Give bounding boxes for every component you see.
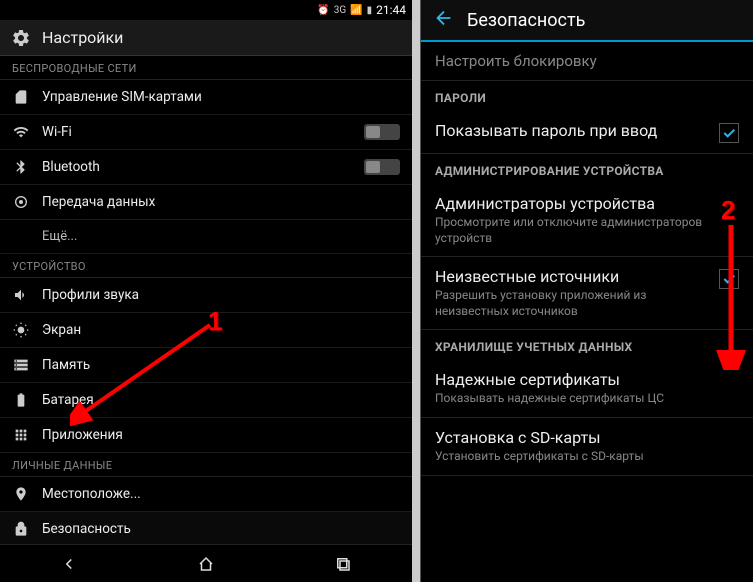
storage-icon: [12, 356, 30, 374]
sim-icon: [12, 88, 30, 106]
setting-trusted-certs[interactable]: Надежные сертификаты Показывать надежные…: [421, 360, 753, 418]
setting-label: Wi-Fi: [42, 124, 352, 140]
section-device-admin-header: АДМИНИСТРИРОВАНИЕ УСТРОЙСТВА: [421, 154, 753, 184]
battery-icon: ▮: [367, 5, 373, 16]
setting-label: Администраторы устройства: [435, 194, 739, 213]
lock-icon: [12, 520, 30, 538]
wifi-toggle[interactable]: [364, 124, 400, 140]
signal-icon: 📶: [350, 5, 362, 16]
network-indicator: 3G: [334, 5, 346, 16]
setting-label: Память: [42, 357, 400, 373]
location-icon: [12, 485, 30, 503]
setting-wifi[interactable]: Wi-Fi: [0, 115, 412, 150]
setting-label: Показывать пароль при ввод: [435, 121, 711, 140]
setting-sound[interactable]: Профили звука: [0, 278, 412, 313]
gear-icon: [10, 27, 32, 49]
annotation-number-1: 1: [208, 306, 222, 337]
setting-label: Ещё...: [12, 229, 400, 244]
setting-lock-setup[interactable]: Настроить блокировку: [421, 42, 753, 81]
show-password-checkbox[interactable]: [719, 123, 739, 143]
annotation-number-2: 2: [721, 195, 735, 226]
setting-unknown-sources[interactable]: Неизвестные источники Разрешить установк…: [421, 257, 753, 330]
setting-display[interactable]: Экран: [0, 313, 412, 348]
setting-storage[interactable]: Память: [0, 348, 412, 383]
nav-home-button[interactable]: [188, 550, 224, 578]
right-phone-screen: Безопасность Настроить блокировку ПАРОЛИ…: [420, 0, 753, 582]
setting-label: Приложения: [42, 427, 400, 443]
setting-sim[interactable]: Управление SIM-картами: [0, 80, 412, 115]
setting-label: Bluetooth: [42, 159, 352, 175]
security-list[interactable]: Настроить блокировку ПАРОЛИ Показывать п…: [421, 42, 753, 582]
setting-battery[interactable]: Батарея: [0, 383, 412, 418]
settings-list[interactable]: БЕСПРОВОДНЫЕ СЕТИ Управление SIM-картами…: [0, 56, 412, 544]
apps-icon: [12, 426, 30, 444]
nav-recent-button[interactable]: [325, 550, 361, 578]
setting-sublabel: Разрешить установку приложений из неизве…: [435, 288, 711, 319]
section-wireless-header: БЕСПРОВОДНЫЕ СЕТИ: [0, 56, 412, 80]
nav-back-button[interactable]: [51, 550, 87, 578]
app-title-bar: Настройки: [0, 20, 412, 56]
setting-sublabel: Просмотрите или отключите администраторо…: [435, 215, 739, 246]
setting-show-password[interactable]: Показывать пароль при ввод: [421, 111, 753, 154]
setting-security[interactable]: Безопасность: [0, 512, 412, 544]
page-title: Настройки: [42, 28, 123, 47]
section-personal-header: ЛИЧНЫЕ ДАННЫЕ: [0, 453, 412, 477]
setting-label: Передача данных: [42, 194, 400, 210]
setting-label: Надежные сертификаты: [435, 370, 739, 389]
page-title: Безопасность: [467, 10, 585, 31]
setting-label: Настроить блокировку: [435, 52, 739, 70]
section-passwords-header: ПАРОЛИ: [421, 81, 753, 111]
setting-device-admins[interactable]: Администраторы устройства Просмотрите ил…: [421, 184, 753, 257]
display-icon: [12, 321, 30, 339]
setting-label: Управление SIM-картами: [42, 89, 400, 105]
setting-label: Установка с SD-карты: [435, 428, 739, 447]
bluetooth-toggle[interactable]: [364, 159, 400, 175]
setting-label: Безопасность: [42, 521, 400, 537]
setting-more[interactable]: Ещё...: [0, 220, 412, 254]
setting-label: Местоположе...: [42, 486, 400, 502]
section-credentials-header: ХРАНИЛИЩЕ УЧЕТНЫХ ДАННЫХ: [421, 330, 753, 360]
setting-sublabel: Показывать надежные сертификаты ЦС: [435, 391, 739, 407]
setting-label: Профили звука: [42, 287, 400, 303]
alarm-icon: ⏰: [317, 5, 329, 16]
security-title-bar: Безопасность: [421, 0, 753, 42]
section-device-header: УСТРОЙСТВО: [0, 254, 412, 278]
back-icon[interactable]: [433, 7, 455, 33]
bluetooth-icon: [12, 158, 30, 176]
setting-sublabel: Установить сертификаты с SD-карты: [435, 449, 739, 465]
unknown-sources-checkbox[interactable]: [719, 269, 739, 289]
setting-label: Батарея: [42, 392, 400, 408]
data-icon: [12, 193, 30, 211]
clock: 21:44: [376, 3, 406, 17]
setting-install-sd[interactable]: Установка с SD-карты Установить сертифик…: [421, 418, 753, 476]
sound-icon: [12, 286, 30, 304]
status-bar: ⏰ 3G 📶 ▮ 21:44: [0, 0, 412, 20]
setting-bluetooth[interactable]: Bluetooth: [0, 150, 412, 185]
setting-data[interactable]: Передача данных: [0, 185, 412, 220]
setting-apps[interactable]: Приложения: [0, 418, 412, 453]
setting-location[interactable]: Местоположе...: [0, 477, 412, 512]
wifi-icon: [12, 123, 30, 141]
battery-icon: [12, 391, 30, 409]
left-phone-screen: ⏰ 3G 📶 ▮ 21:44 Настройки БЕСПРОВОДНЫЕ СЕ…: [0, 0, 412, 582]
setting-label: Неизвестные источники: [435, 267, 711, 286]
nav-bar: [0, 544, 412, 582]
